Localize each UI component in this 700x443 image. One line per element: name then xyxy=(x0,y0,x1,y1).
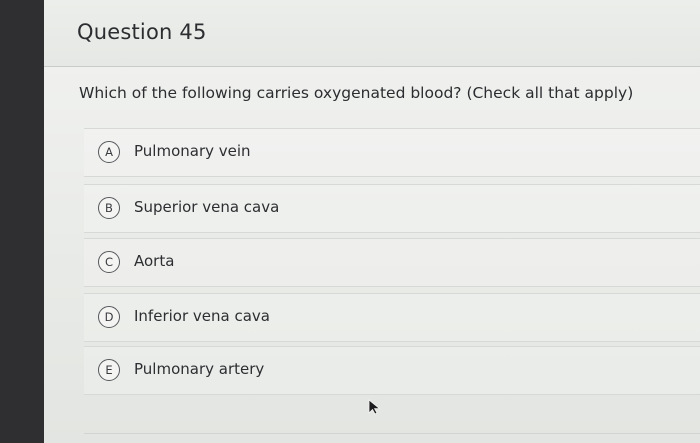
option-e-letter-badge: E xyxy=(98,359,120,381)
screen: Question 45 Which of the following carri… xyxy=(0,0,700,443)
option-c[interactable]: C Aorta xyxy=(84,238,700,287)
option-e[interactable]: E Pulmonary artery xyxy=(84,346,700,395)
option-d-letter-badge: D xyxy=(98,306,120,328)
option-a[interactable]: A Pulmonary vein xyxy=(84,128,700,177)
option-e-label: Pulmonary artery xyxy=(134,360,265,378)
option-a-letter-badge: A xyxy=(98,141,120,163)
option-c-letter-badge: C xyxy=(98,251,120,273)
option-d[interactable]: D Inferior vena cava xyxy=(84,293,700,342)
option-b-letter-badge: B xyxy=(98,197,120,219)
question-header: Question 45 xyxy=(44,0,700,67)
question-prompt: Which of the following carries oxygenate… xyxy=(79,84,634,102)
question-card: Question 45 Which of the following carri… xyxy=(44,0,700,443)
card-bottom-divider xyxy=(84,433,700,434)
option-a-label: Pulmonary vein xyxy=(134,142,251,160)
question-title: Question 45 xyxy=(77,20,207,44)
option-b-label: Superior vena cava xyxy=(134,198,280,216)
option-d-label: Inferior vena cava xyxy=(134,307,270,325)
mouse-pointer-icon xyxy=(368,399,381,415)
option-b[interactable]: B Superior vena cava xyxy=(84,184,700,233)
option-c-label: Aorta xyxy=(134,252,175,270)
